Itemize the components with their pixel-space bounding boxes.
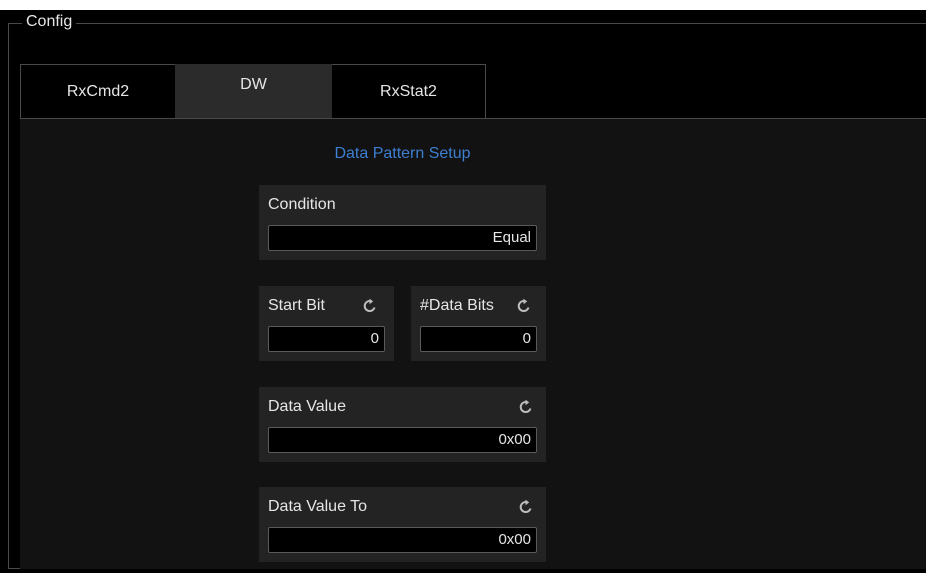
condition-field: Condition Equal (259, 185, 546, 260)
reset-icon[interactable] (516, 298, 532, 314)
data-value-input[interactable]: 0x00 (268, 427, 537, 453)
tab-rxcmd2[interactable]: RxCmd2 (20, 64, 175, 119)
condition-label: Condition (268, 196, 336, 213)
tab-dw[interactable]: DW (175, 64, 332, 119)
start-bit-input[interactable]: 0 (268, 326, 385, 352)
reset-icon[interactable] (518, 399, 534, 415)
reset-icon[interactable] (518, 499, 534, 515)
section-title: Data Pattern Setup (334, 145, 471, 162)
data-bits-field: #Data Bits 0 (411, 286, 546, 361)
data-bits-label: #Data Bits (420, 297, 494, 314)
data-value-to-input[interactable]: 0x00 (268, 527, 537, 553)
data-bits-input[interactable]: 0 (420, 326, 537, 352)
data-value-to-field: Data Value To 0x00 (259, 487, 546, 562)
data-value-field: Data Value 0x00 (259, 387, 546, 462)
condition-select[interactable]: Equal (268, 225, 537, 251)
start-bit-label: Start Bit (268, 297, 325, 314)
top-strip (0, 0, 926, 10)
reset-icon[interactable] (362, 298, 378, 314)
data-value-label: Data Value (268, 398, 346, 415)
data-value-to-label: Data Value To (268, 498, 368, 515)
start-bit-field: Start Bit 0 (259, 286, 394, 361)
tab-rxstat2[interactable]: RxStat2 (332, 64, 486, 119)
config-title: Config (22, 13, 77, 31)
